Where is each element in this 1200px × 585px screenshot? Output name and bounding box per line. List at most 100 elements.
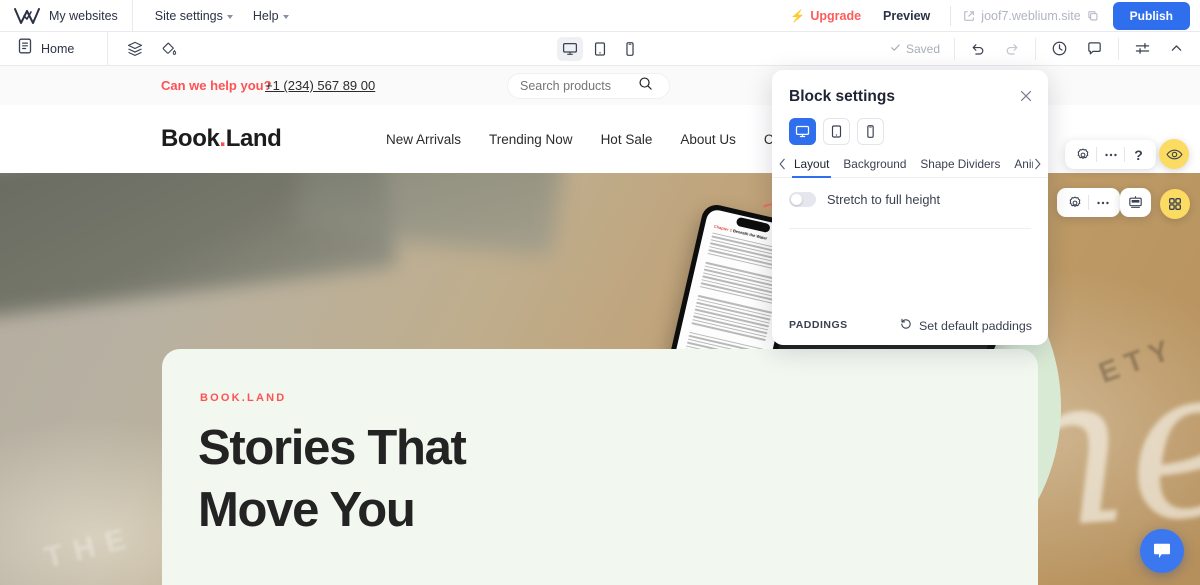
block-layout-toolbar bbox=[1120, 188, 1151, 217]
paddings-section-label: PADDINGS bbox=[789, 319, 848, 331]
hero-block-toolbar bbox=[1057, 188, 1120, 217]
gear-icon[interactable] bbox=[1069, 141, 1096, 168]
preview-button[interactable]: Preview bbox=[871, 9, 942, 23]
header-block-toolbar: ? bbox=[1065, 140, 1156, 169]
check-icon bbox=[890, 42, 901, 56]
panel-tabs: Layout Background Shape Dividers Anim bbox=[772, 150, 1048, 178]
phone-link[interactable]: +1 (234) 567 89 00 bbox=[265, 78, 375, 93]
site-url-label: joof7.weblium.site bbox=[981, 8, 1081, 23]
redo-icon[interactable] bbox=[1004, 41, 1020, 57]
hero-title-line-1: Stories That bbox=[198, 421, 467, 475]
panel-device-tablet-button[interactable] bbox=[823, 118, 850, 145]
visibility-eye-button[interactable] bbox=[1159, 139, 1189, 169]
tab-background[interactable]: Background bbox=[836, 150, 913, 178]
chat-widget-button[interactable] bbox=[1140, 529, 1184, 573]
site-logo[interactable]: Book.Land bbox=[161, 125, 282, 153]
set-default-paddings-label: Set default paddings bbox=[919, 318, 1032, 333]
bolt-icon: ⚡ bbox=[790, 8, 806, 23]
tab-animation[interactable]: Anim bbox=[1007, 150, 1033, 178]
panel-group bbox=[1118, 37, 1200, 60]
site-search-box[interactable] bbox=[507, 73, 670, 99]
stretch-toggle-label: Stretch to full height bbox=[827, 192, 941, 207]
site-nav-links: New Arrivals Trending Now Hot Sale About… bbox=[386, 132, 792, 147]
gear-icon[interactable] bbox=[1061, 189, 1088, 216]
divider bbox=[789, 228, 1031, 229]
site-url-link[interactable]: joof7.weblium.site bbox=[959, 9, 1102, 23]
hero-title-line-2: Move You bbox=[198, 483, 416, 537]
set-default-paddings-button[interactable]: Set default paddings bbox=[899, 317, 1032, 334]
site-logo-main: Book bbox=[161, 125, 220, 152]
preview-label: Preview bbox=[883, 8, 931, 23]
history-clock-icon[interactable] bbox=[1051, 40, 1068, 57]
panel-device-mobile-button[interactable] bbox=[857, 118, 884, 145]
saved-status: Saved bbox=[890, 42, 954, 56]
top-bar: My websites Site settings Help ⚡ Upgrade… bbox=[0, 0, 1200, 32]
toolbar-left-icons bbox=[108, 40, 178, 58]
menu-site-settings[interactable]: Site settings bbox=[145, 0, 243, 32]
undo-icon[interactable] bbox=[970, 41, 986, 57]
panel-title: Block settings bbox=[789, 88, 895, 105]
chevron-down-icon bbox=[282, 14, 289, 19]
comment-icon[interactable] bbox=[1086, 40, 1103, 57]
block-template-icon[interactable] bbox=[1122, 189, 1149, 216]
my-websites-button[interactable]: My websites bbox=[0, 0, 133, 32]
more-options-icon[interactable] bbox=[1089, 189, 1116, 216]
nav-link-trending-now[interactable]: Trending Now bbox=[489, 132, 573, 147]
hero-title: Stories That Move You bbox=[198, 417, 467, 541]
close-icon[interactable] bbox=[1018, 88, 1034, 109]
site-logo-rest: Land bbox=[225, 125, 282, 152]
collapse-chevron-icon[interactable] bbox=[1169, 41, 1184, 56]
top-bar-actions: ⚡ Upgrade Preview joof7.weblium.site Pub… bbox=[780, 0, 1200, 32]
tabs-prev-icon[interactable] bbox=[778, 158, 787, 170]
hero-content-card: BOOK.LAND Stories That Move You Huge Lib… bbox=[162, 349, 1038, 585]
toolbar-right-icons: Saved bbox=[890, 32, 1200, 66]
layers-icon[interactable] bbox=[126, 40, 144, 58]
upgrade-label: Upgrade bbox=[810, 8, 862, 23]
device-tablet-button[interactable] bbox=[587, 37, 613, 61]
device-switcher bbox=[557, 36, 643, 61]
menu-site-settings-label: Site settings bbox=[154, 8, 223, 23]
nav-link-hot-sale[interactable]: Hot Sale bbox=[601, 132, 653, 147]
more-options-icon[interactable] bbox=[1097, 141, 1124, 168]
weblium-logo-icon bbox=[14, 7, 40, 25]
help-question-icon[interactable]: ? bbox=[1125, 141, 1152, 168]
device-desktop-button[interactable] bbox=[557, 36, 583, 61]
phone-chapter-label: Chapter 1 bbox=[713, 223, 733, 233]
search-icon[interactable] bbox=[638, 76, 653, 96]
device-mobile-button[interactable] bbox=[617, 37, 643, 61]
nav-link-new-arrivals[interactable]: New Arrivals bbox=[386, 132, 461, 147]
add-block-button[interactable] bbox=[1160, 189, 1190, 219]
editor-toolbar: Home Saved bbox=[0, 31, 1200, 66]
external-link-icon bbox=[963, 10, 975, 22]
divider bbox=[950, 5, 952, 26]
block-settings-panel: Block settings Layout Background Shape D… bbox=[772, 70, 1048, 345]
tabs-next-icon[interactable] bbox=[1033, 158, 1042, 170]
page-selector[interactable]: Home bbox=[0, 31, 108, 66]
my-websites-label: My websites bbox=[49, 8, 118, 23]
saved-label: Saved bbox=[905, 41, 940, 56]
weblium-editor-window: My websites Site settings Help ⚡ Upgrade… bbox=[0, 0, 1200, 585]
menu-help[interactable]: Help bbox=[243, 0, 299, 32]
stretch-full-height-row[interactable]: Stretch to full height bbox=[789, 192, 940, 207]
tab-shape-dividers[interactable]: Shape Dividers bbox=[913, 150, 1007, 178]
search-input[interactable] bbox=[520, 79, 638, 93]
upgrade-button[interactable]: ⚡ Upgrade bbox=[780, 9, 871, 23]
publish-button[interactable]: Publish bbox=[1112, 1, 1190, 30]
reset-icon bbox=[899, 317, 913, 334]
sliders-icon[interactable] bbox=[1134, 40, 1151, 57]
top-bar-menus: Site settings Help bbox=[133, 0, 299, 32]
chevron-down-icon bbox=[226, 14, 233, 19]
copy-icon[interactable] bbox=[1087, 10, 1099, 22]
stretch-toggle[interactable] bbox=[789, 192, 816, 207]
nav-link-about-us[interactable]: About Us bbox=[680, 132, 736, 147]
panel-device-switcher bbox=[789, 118, 884, 145]
help-text: Can we help you? bbox=[161, 78, 272, 93]
menu-help-label: Help bbox=[252, 8, 279, 23]
hero-eyebrow: BOOK.LAND bbox=[200, 392, 287, 404]
page-icon bbox=[18, 38, 32, 59]
tab-layout[interactable]: Layout bbox=[787, 150, 836, 178]
panel-device-desktop-button[interactable] bbox=[789, 118, 816, 145]
color-fill-icon[interactable] bbox=[160, 40, 178, 58]
tools-group bbox=[1035, 37, 1118, 60]
history-group bbox=[954, 37, 1035, 60]
